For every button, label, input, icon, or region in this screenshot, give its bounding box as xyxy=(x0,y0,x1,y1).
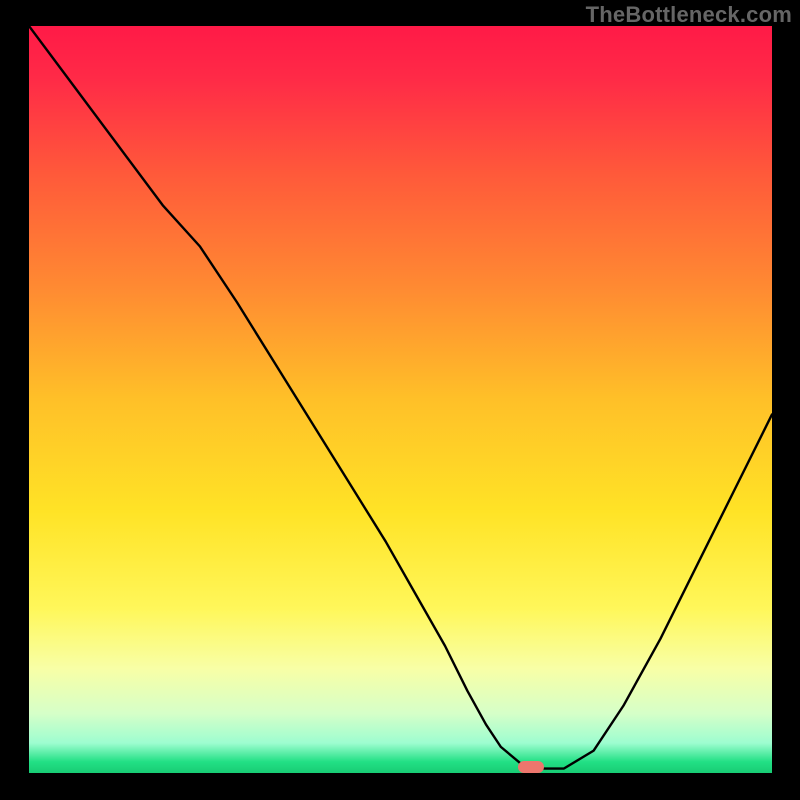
watermark-text: TheBottleneck.com xyxy=(586,2,792,28)
optimal-marker xyxy=(518,761,544,773)
plot-svg xyxy=(29,26,772,773)
plot-area xyxy=(29,26,772,773)
gradient-background xyxy=(29,26,772,773)
chart-stage: TheBottleneck.com xyxy=(0,0,800,800)
